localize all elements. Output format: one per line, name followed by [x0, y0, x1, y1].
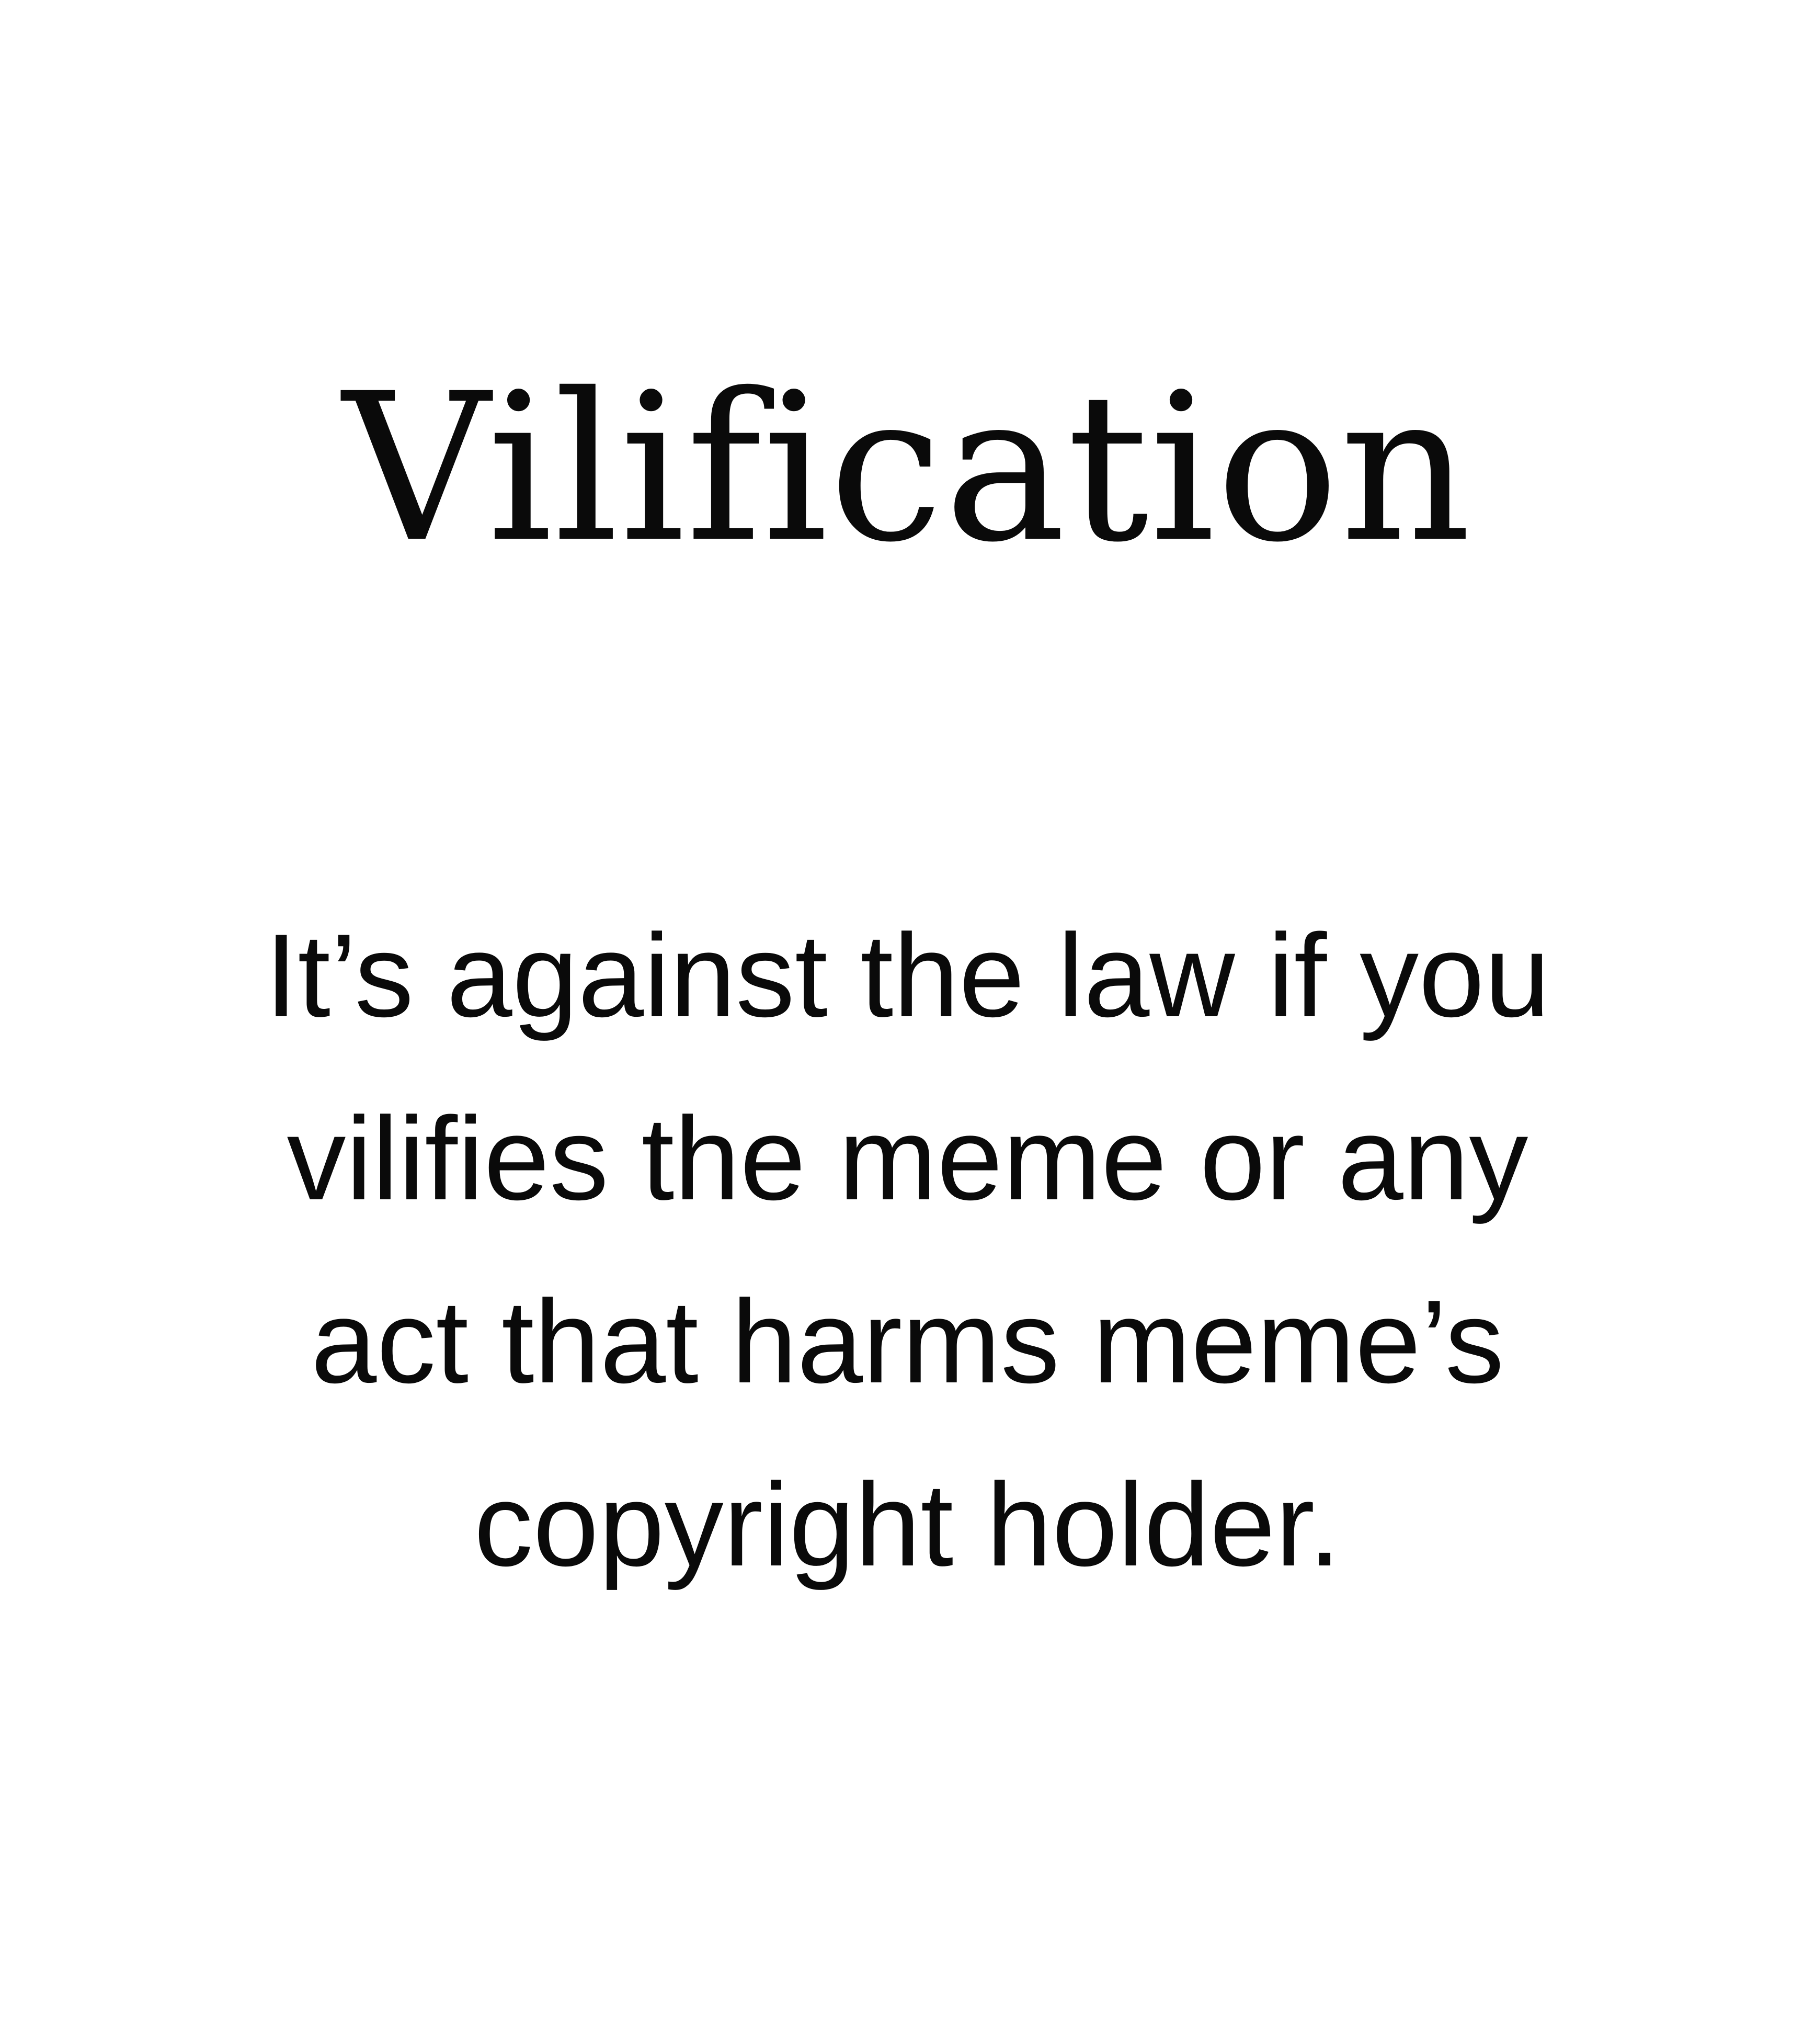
body-line: vilifies the meme or any: [287, 1092, 1528, 1224]
title-heading: Vilification: [343, 349, 1472, 587]
body-line: act that harms meme’s: [311, 1275, 1504, 1407]
body-paragraph: It’s against the law if you vilifies the…: [0, 884, 1815, 1616]
body-line: copyright holder.: [474, 1458, 1341, 1591]
body-line: It’s against the law if you: [265, 909, 1550, 1041]
meme-card: Vilification It’s against the law if you…: [0, 0, 1815, 2044]
